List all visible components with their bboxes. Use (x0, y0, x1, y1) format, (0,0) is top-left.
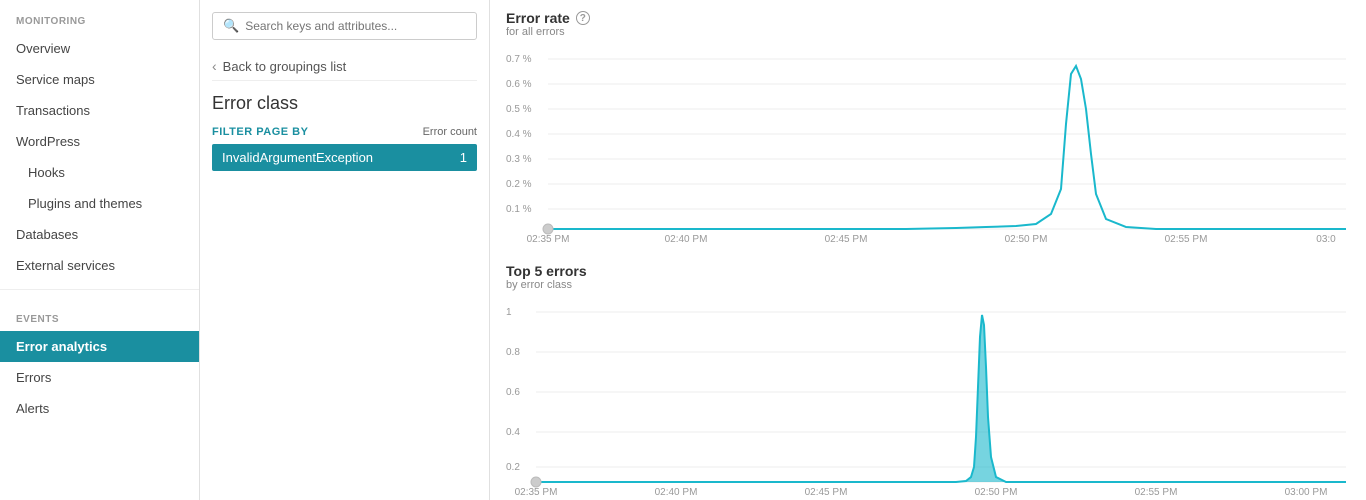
filter-header: FILTER PAGE BY Error count (212, 126, 477, 138)
error-rate-section: Error rate ? for all errors 0.7 % 0.6 % … (506, 10, 1350, 247)
svg-text:02:50 PM: 02:50 PM (1005, 234, 1048, 244)
svg-text:02:50 PM: 02:50 PM (975, 487, 1018, 497)
svg-text:0.2 %: 0.2 % (506, 179, 532, 190)
search-input[interactable] (245, 19, 466, 33)
back-arrow-icon: ‹ (212, 58, 217, 74)
sidebar-item-transactions[interactable]: Transactions (0, 95, 199, 126)
search-icon: 🔍 (223, 18, 239, 34)
svg-text:0.1 %: 0.1 % (506, 204, 532, 215)
sidebar-item-alerts[interactable]: Alerts (0, 393, 199, 424)
svg-text:02:55 PM: 02:55 PM (1135, 487, 1178, 497)
monitoring-section-label: MONITORING (0, 0, 199, 33)
sidebar-item-label: WordPress (16, 134, 80, 149)
sidebar-item-label: Hooks (28, 165, 65, 180)
svg-text:0.7 %: 0.7 % (506, 54, 532, 65)
sidebar-item-external-services[interactable]: External services (0, 250, 199, 281)
top5-errors-title: Top 5 errors (506, 263, 1350, 279)
help-icon[interactable]: ? (576, 11, 590, 25)
filter-panel: 🔍 ‹ Back to groupings list Error class F… (200, 0, 490, 500)
filter-by-label: FILTER PAGE BY (212, 126, 308, 138)
svg-text:02:35 PM: 02:35 PM (515, 487, 558, 497)
sidebar-item-label: External services (16, 258, 115, 273)
svg-text:02:45 PM: 02:45 PM (825, 234, 868, 244)
sidebar-item-label: Overview (16, 41, 70, 56)
svg-text:02:55 PM: 02:55 PM (1165, 234, 1208, 244)
sidebar-divider (0, 289, 199, 290)
error-count-label: Error count (423, 126, 477, 138)
events-section-label: EVENTS (0, 298, 199, 331)
svg-text:02:40 PM: 02:40 PM (665, 234, 708, 244)
svg-text:02:45 PM: 02:45 PM (805, 487, 848, 497)
svg-text:0.4 %: 0.4 % (506, 129, 532, 140)
top5-errors-subtitle: by error class (506, 279, 1350, 291)
top5-errors-chart: 1 0.8 0.6 0.4 0.2 (506, 297, 1350, 500)
sidebar-item-label: Error analytics (16, 339, 107, 354)
svg-text:0.5 %: 0.5 % (506, 104, 532, 115)
sidebar-item-hooks[interactable]: Hooks (0, 157, 199, 188)
search-bar[interactable]: 🔍 (212, 12, 477, 40)
svg-text:0.6: 0.6 (506, 387, 520, 398)
svg-text:0.8: 0.8 (506, 347, 520, 358)
back-link-label: Back to groupings list (223, 59, 347, 74)
svg-text:02:40 PM: 02:40 PM (655, 487, 698, 497)
back-to-groupings-link[interactable]: ‹ Back to groupings list (212, 52, 477, 81)
sidebar-item-overview[interactable]: Overview (0, 33, 199, 64)
sidebar-item-label: Alerts (16, 401, 49, 416)
sidebar-item-wordpress[interactable]: WordPress (0, 126, 199, 157)
error-rate-subtitle: for all errors (506, 26, 1350, 38)
sidebar-item-label: Databases (16, 227, 78, 242)
svg-text:03:00 PM: 03:00 PM (1285, 487, 1328, 497)
filter-title: Error class (212, 93, 477, 114)
svg-text:0.6 %: 0.6 % (506, 79, 532, 90)
charts-panel: Error rate ? for all errors 0.7 % 0.6 % … (490, 0, 1366, 500)
svg-text:0.3 %: 0.3 % (506, 154, 532, 165)
sidebar-item-label: Service maps (16, 72, 95, 87)
sidebar-item-service-maps[interactable]: Service maps (0, 64, 199, 95)
sidebar-item-plugins-themes[interactable]: Plugins and themes (0, 188, 199, 219)
sidebar-item-errors[interactable]: Errors (0, 362, 199, 393)
svg-text:0.4: 0.4 (506, 427, 520, 438)
error-rate-title: Error rate ? (506, 10, 1350, 26)
sidebar-item-error-analytics[interactable]: Error analytics (0, 331, 199, 362)
svg-text:03:0: 03:0 (1316, 234, 1336, 244)
top5-errors-section: Top 5 errors by error class 1 0.8 0.6 0.… (506, 263, 1350, 500)
sidebar-item-databases[interactable]: Databases (0, 219, 199, 250)
sidebar-item-label: Errors (16, 370, 51, 385)
error-rate-chart: 0.7 % 0.6 % 0.5 % 0.4 % 0.3 % 0.2 % 0.1 … (506, 44, 1350, 247)
svg-text:0.2: 0.2 (506, 462, 520, 473)
sidebar: MONITORING Overview Service maps Transac… (0, 0, 200, 500)
svg-text:1: 1 (506, 307, 512, 318)
filter-item-invalid-arg[interactable]: InvalidArgumentException 1 (212, 144, 477, 171)
filter-item-count: 1 (460, 150, 467, 165)
sidebar-item-label: Plugins and themes (28, 196, 142, 211)
main-area: 🔍 ‹ Back to groupings list Error class F… (200, 0, 1366, 500)
sidebar-item-label: Transactions (16, 103, 90, 118)
filter-item-label: InvalidArgumentException (222, 150, 373, 165)
svg-text:02:35 PM: 02:35 PM (527, 234, 570, 244)
